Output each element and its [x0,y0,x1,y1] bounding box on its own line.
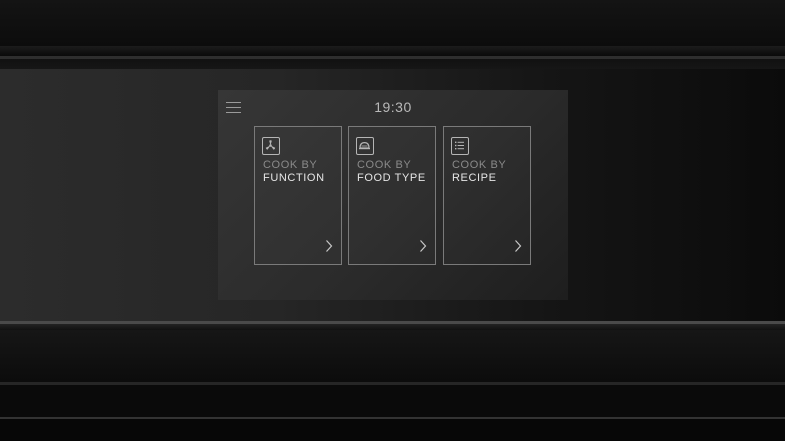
oven-base-band [0,385,785,417]
chevron-right-icon [324,239,334,253]
card-label-title: FOOD TYPE [357,172,426,184]
card-label-title: RECIPE [452,172,497,184]
fan-function-icon [262,137,280,155]
oven-display-screen: 19:30 COOK BY FUNCTION COOK BY FOOD TYPE [218,90,568,300]
food-cover-icon [356,137,374,155]
cook-by-recipe-card[interactable]: COOK BY RECIPE [443,126,531,265]
card-label-prefix: COOK BY [263,159,318,171]
clock-time: 19:30 [374,99,412,115]
oven-handle-band [0,330,785,382]
chevron-right-icon [418,239,428,253]
oven-top-band [0,0,785,46]
card-label-title: FUNCTION [263,172,325,184]
oven-trim [0,46,785,56]
cook-by-food-type-card[interactable]: COOK BY FOOD TYPE [348,126,436,265]
card-label-prefix: COOK BY [452,159,507,171]
oven-trim [0,59,785,69]
cook-by-function-card[interactable]: COOK BY FUNCTION [254,126,342,265]
card-label-prefix: COOK BY [357,159,412,171]
oven-floor-band [0,419,785,441]
chevron-right-icon [513,239,523,253]
recipe-list-icon [451,137,469,155]
